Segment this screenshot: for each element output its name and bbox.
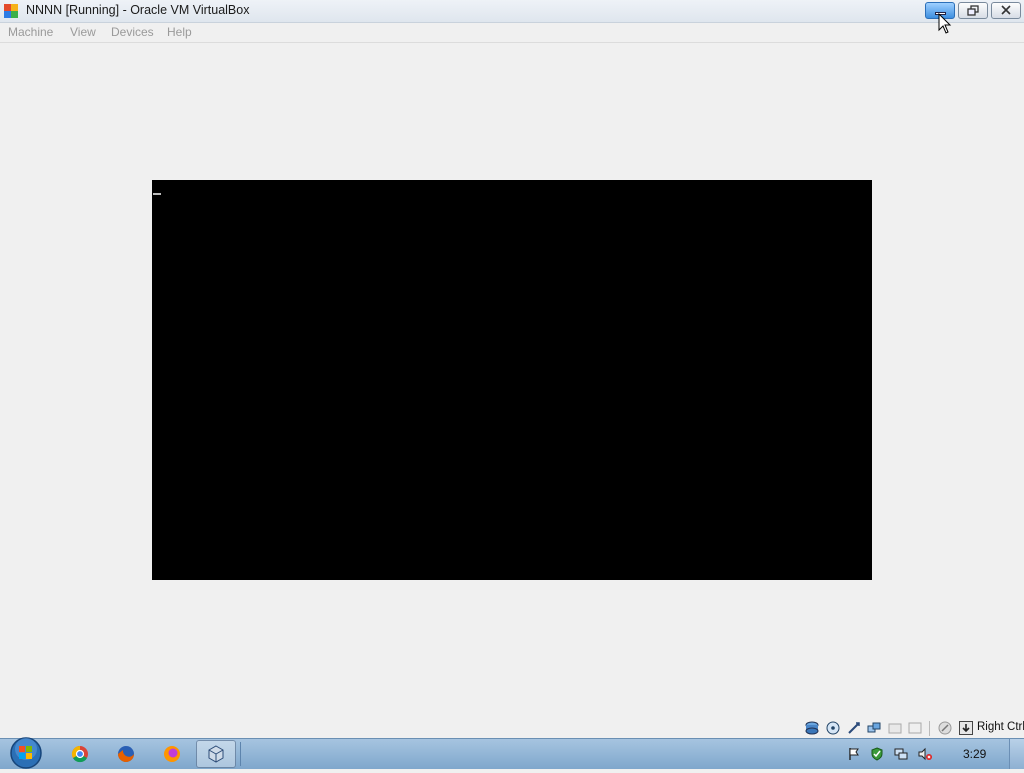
chrome-icon — [71, 745, 88, 763]
menu-help[interactable]: Help — [167, 25, 192, 39]
menu-devices[interactable]: Devices — [111, 25, 154, 39]
menu-view[interactable]: View — [70, 25, 96, 39]
taskbar: 3:29 — [0, 736, 1024, 770]
restore-button[interactable] — [958, 2, 988, 19]
virtualbox-icon — [208, 745, 224, 763]
firefox-icon — [118, 746, 134, 762]
volume-muted-icon[interactable] — [918, 747, 932, 761]
close-icon — [1001, 5, 1011, 15]
status-separator — [929, 721, 930, 736]
taskbar-firefox[interactable] — [106, 740, 146, 768]
vm-display[interactable] — [152, 180, 872, 580]
menu-machine[interactable]: Machine — [8, 25, 53, 39]
display-icon[interactable] — [908, 721, 922, 735]
show-desktop-button[interactable] — [1009, 739, 1024, 769]
firefox-alt-icon — [164, 746, 180, 762]
menu-bar: Machine View Devices Help — [0, 23, 1024, 43]
mouse-integration-icon[interactable] — [938, 721, 952, 735]
text-cursor — [153, 193, 161, 195]
shared-folders-icon[interactable] — [888, 721, 902, 735]
network-icon[interactable] — [894, 747, 908, 761]
hard-disk-icon[interactable] — [805, 721, 819, 735]
virtualbox-icon — [4, 4, 18, 18]
mouse-pointer-icon — [938, 13, 952, 34]
taskbar-separator — [240, 742, 241, 766]
security-shield-icon[interactable] — [870, 747, 884, 761]
taskbar-firefox-alt[interactable] — [152, 740, 192, 768]
action-center-flag-icon[interactable] — [847, 747, 861, 761]
taskbar-clock[interactable]: 3:29 — [963, 747, 986, 761]
host-key-icon[interactable] — [959, 721, 973, 735]
close-button[interactable] — [991, 2, 1021, 19]
windows-start-orb[interactable] — [8, 736, 44, 770]
host-key-label: Right Ctrl — [977, 721, 1024, 733]
vm-status-bar: Right Ctrl — [800, 718, 1024, 738]
network-icon[interactable] — [867, 721, 881, 735]
window-title: NNNN [Running] - Oracle VM VirtualBox — [26, 3, 250, 17]
system-tray: 3:29 — [840, 739, 1024, 769]
taskbar-virtualbox[interactable] — [196, 740, 236, 768]
title-bar[interactable]: NNNN [Running] - Oracle VM VirtualBox — [0, 0, 1024, 23]
restore-icon — [967, 5, 979, 16]
optical-drive-icon[interactable] — [826, 721, 840, 735]
usb-icon[interactable] — [847, 721, 861, 735]
taskbar-chrome[interactable] — [60, 740, 100, 768]
